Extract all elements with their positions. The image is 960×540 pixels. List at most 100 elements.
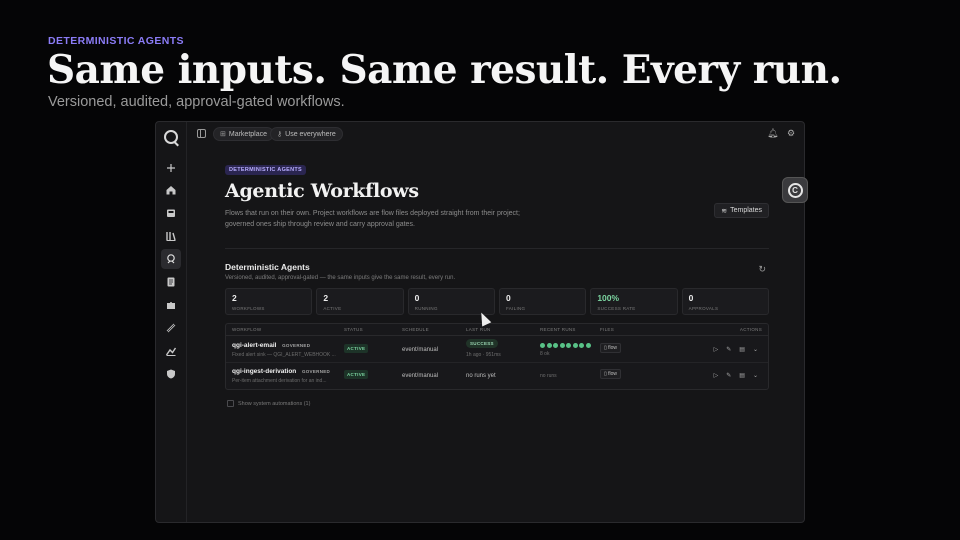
hero-title: Same inputs. Same result. Every run. <box>47 47 842 93</box>
run-dot[interactable] <box>553 343 558 348</box>
sidebar-rail <box>156 122 187 522</box>
gear-icon[interactable]: ⚙ <box>786 128 796 138</box>
history-icon[interactable]: ▤ <box>739 372 745 379</box>
column-header-files[interactable]: FILES <box>600 327 614 332</box>
stats-row: 2 WORKFLOWS 2 ACTIVE 0 RUNNING 0 FAILING… <box>225 288 769 315</box>
hero-eyebrow: DETERMINISTIC AGENTS <box>48 35 184 47</box>
column-header-workflow[interactable]: WORKFLOW <box>232 327 261 332</box>
row-actions: ▷ ✎ ▤ ⌄ <box>714 372 758 379</box>
column-header-recent-runs[interactable]: RECENT RUNS <box>540 327 576 332</box>
puzzle-icon[interactable] <box>161 295 181 315</box>
run-dot[interactable] <box>585 343 591 348</box>
schedule-value: event/manual <box>402 347 439 353</box>
divider <box>225 248 769 249</box>
stat-label: WORKFLOWS <box>232 306 265 311</box>
bell-icon[interactable]: 🔔︎ <box>767 128 778 138</box>
chevron-down-icon[interactable]: ⌄ <box>753 346 758 353</box>
column-header-schedule[interactable]: SCHEDULE <box>402 327 429 332</box>
key-icon: ⚷ <box>277 131 283 138</box>
file-chip[interactable]: ▯ flow <box>600 368 622 379</box>
section-subtitle: Versioned, audited, approval-gated — the… <box>225 275 456 281</box>
stat-label: APPROVALS <box>688 306 719 311</box>
graph-icon[interactable] <box>161 341 181 361</box>
app-logo-icon[interactable] <box>164 130 178 144</box>
edit-icon[interactable]: ✎ <box>726 372 731 379</box>
stat-label: SUCCESS RATE <box>597 306 636 311</box>
recent-runs-dots <box>540 343 591 348</box>
show-system-label: Show system automations (1) <box>238 400 311 407</box>
last-run-meta: 1h ago · 951ms <box>466 352 501 358</box>
templates-button[interactable]: ≋ Templates <box>714 203 769 218</box>
library-icon[interactable] <box>161 226 181 246</box>
shield-icon[interactable] <box>161 364 181 384</box>
status-badge: ACTIVE <box>344 344 369 353</box>
workflow-description: Fixed alert sink — QGI_ALERT_WEBHOOK ... <box>232 352 336 358</box>
column-header-status[interactable]: STATUS <box>344 327 363 332</box>
link-icon[interactable] <box>161 318 181 338</box>
use-everywhere-label: Use everywhere <box>285 130 336 138</box>
workflow-name[interactable]: qgi-alert-email <box>232 342 276 349</box>
governed-tag: GOVERNED <box>301 368 331 374</box>
sidebar-toggle-icon[interactable] <box>197 129 206 138</box>
row-actions: ▷ ✎ ▤ ⌄ <box>714 346 758 353</box>
assistant-logo-icon: C <box>787 182 803 198</box>
last-run-badge: SUCCESS <box>466 339 498 348</box>
show-system-automations[interactable]: Show system automations (1) <box>227 400 310 407</box>
home-icon[interactable] <box>161 180 181 200</box>
document-icon[interactable] <box>161 272 181 292</box>
run-dot[interactable] <box>566 343 571 348</box>
column-header-last-run[interactable]: LAST RUN <box>466 327 491 332</box>
file-chip-label: flow <box>608 370 618 377</box>
assistant-fab-icon[interactable]: C <box>782 177 808 203</box>
table-row[interactable]: qgi-alert-email GOVERNED Fixed alert sin… <box>226 336 768 363</box>
run-dot[interactable] <box>559 343 565 348</box>
run-dot[interactable] <box>572 343 578 348</box>
file-chip[interactable]: ▯ flow <box>600 343 622 353</box>
history-icon[interactable]: ▤ <box>739 346 745 353</box>
recent-runs-label: no runs <box>540 372 557 379</box>
run-icon[interactable]: ▷ <box>714 346 719 353</box>
top-bar: ⊞ Marketplace ⚷ Use everywhere 🔔︎ ⚙ <box>187 122 804 146</box>
use-everywhere-button[interactable]: ⚷ Use everywhere <box>270 127 343 141</box>
agent-icon[interactable] <box>161 249 181 269</box>
run-dot[interactable] <box>540 343 545 348</box>
hero-subtitle: Versioned, audited, approval-gated workf… <box>48 94 345 110</box>
workflow-name-cell: qgi-ingest-derivation GOVERNED <box>232 368 330 375</box>
page-description: Flows that run on their own. Project wor… <box>225 210 520 228</box>
workflow-name[interactable]: qgi-ingest-derivation <box>232 368 296 375</box>
marketplace-button[interactable]: ⊞ Marketplace <box>213 127 275 141</box>
workflows-table: WORKFLOW STATUS SCHEDULE LAST RUN RECENT… <box>225 323 769 390</box>
column-header-actions: ACTIONS <box>739 327 762 332</box>
show-system-checkbox[interactable] <box>227 400 234 407</box>
page-badge: DETERMINISTIC AGENTS <box>225 165 307 175</box>
section-title: Deterministic Agents <box>225 262 310 272</box>
schedule-value: event/manual <box>402 372 439 379</box>
recent-runs-label: 8 ok <box>540 351 550 357</box>
templates-label: Templates <box>730 207 762 214</box>
refresh-icon[interactable]: ↻ <box>758 264 766 275</box>
grid-icon: ⊞ <box>220 131 226 138</box>
marketplace-label: Marketplace <box>228 130 268 138</box>
stat-card-success-rate: 100% SUCCESS RATE <box>590 288 678 315</box>
stat-value: 2 <box>232 293 237 303</box>
table-row[interactable]: qgi-ingest-derivation GOVERNED Per-item … <box>226 363 768 390</box>
stat-value: 0 <box>688 293 694 303</box>
status-badge: ACTIVE <box>344 369 369 379</box>
edit-icon[interactable]: ✎ <box>726 346 731 353</box>
inbox-icon[interactable] <box>161 203 181 223</box>
chevron-down-icon[interactable]: ⌄ <box>753 372 758 379</box>
run-icon[interactable]: ▷ <box>714 372 719 379</box>
new-item-plus-icon[interactable] <box>161 158 181 178</box>
run-dot[interactable] <box>546 343 552 348</box>
stat-card-failing: 0 FAILING <box>498 288 587 315</box>
stat-value: 0 <box>414 293 420 303</box>
workflow-name-cell: qgi-alert-email GOVERNED <box>232 342 310 349</box>
stat-value: 2 <box>323 293 329 303</box>
stat-card-workflows: 2 WORKFLOWS <box>225 288 313 315</box>
table-header: WORKFLOW STATUS SCHEDULE LAST RUN RECENT… <box>226 324 768 336</box>
page-header: DETERMINISTIC AGENTS Agentic Workflows F… <box>225 158 769 230</box>
stat-label: FAILING <box>505 306 526 311</box>
governed-tag: GOVERNED <box>282 343 311 348</box>
run-dot[interactable] <box>579 343 584 348</box>
section-header: Deterministic Agents Versioned, audited,… <box>225 262 769 281</box>
